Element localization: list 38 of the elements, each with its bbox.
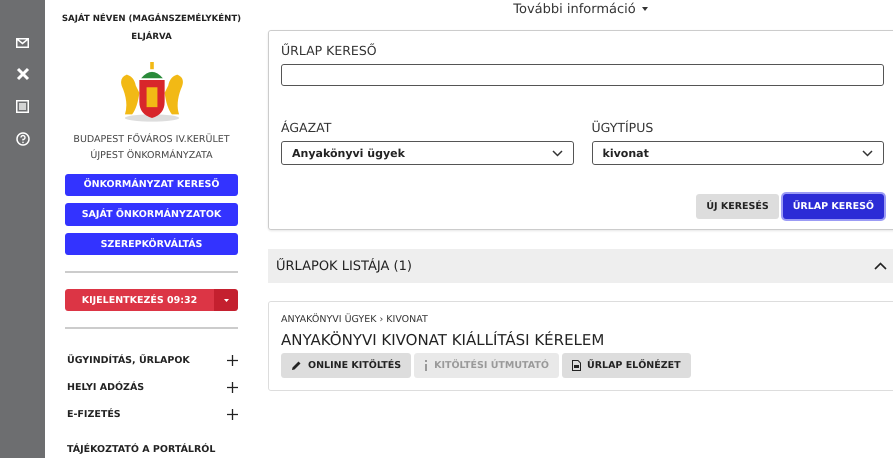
menu-item[interactable]: E-FIZETÉS (65, 405, 238, 423)
forms-list-header[interactable]: ŰRLAPOK LISTÁJA (1) (268, 249, 893, 283)
municipality-name: BUDAPEST FŐVÁROS IV.KERÜLET ÚJPEST ÖNKORMÁNYZATA (73, 132, 230, 163)
sidebar-button[interactable]: ÖNKORMÁNYZAT KERESŐ (65, 174, 238, 196)
chevron-up-icon (874, 262, 887, 270)
plus-icon (227, 408, 238, 420)
sidebar-button[interactable]: SZEREPKÖRVÁLTÁS (65, 232, 238, 256)
plus-icon (227, 382, 238, 392)
form-title: ANYAKÖNYVI KIVONAT KIÁLLÍTÁSI KÉRELEM (281, 331, 606, 349)
pencil-icon (291, 360, 302, 371)
chevron-down-icon (552, 150, 562, 156)
search-field[interactable] (281, 64, 884, 86)
menu-item[interactable]: HELYI ADÓZÁS (65, 378, 238, 396)
mail-icon[interactable] (16, 38, 29, 48)
field-label: ŰRLAP KERESŐ (281, 43, 378, 58)
reset-button[interactable]: ÚJ KERESÉS (696, 194, 779, 219)
form-action-button[interactable]: ONLINE KITÖLTÉS (281, 353, 412, 378)
search-button[interactable]: ŰRLAP KERESŐ (782, 194, 884, 219)
form-action-button[interactable]: ŰRLAP ELŐNÉZET (562, 353, 691, 378)
more-info-link[interactable]: További információ (513, 2, 636, 16)
menu-item[interactable]: ÜGYINDÍTÁS, ŰRLAPOK (65, 351, 238, 369)
caret-icon (642, 7, 648, 11)
field-label: ÜGYTÍPUS (592, 120, 654, 135)
identity-text: SAJÁT NÉVEN (MAGÁNSZEMÉLYKÉNT) ELJÁRVA (60, 12, 242, 44)
logout-dropdown-button[interactable] (214, 289, 238, 311)
sidebar-button[interactable]: SAJÁT ÖNKORMÁNYZATOK (65, 203, 238, 226)
chevron-down-icon (862, 150, 873, 156)
caret-icon (224, 298, 228, 302)
logout-button[interactable]: KIJELENTKEZÉS 09:32 (65, 289, 214, 311)
sector-dropdown[interactable]: Anyakönyvi ügyek (281, 141, 574, 165)
info-icon (424, 360, 428, 371)
breadcrumb: ANYAKÖNYVI ÜGYEK › KIVONAT (281, 314, 429, 325)
case-type-dropdown[interactable]: kivonat (592, 141, 884, 165)
plus-icon (227, 354, 238, 366)
field-label: ÁGAZAT (281, 120, 332, 135)
help-icon[interactable] (16, 132, 30, 146)
document-icon (572, 360, 581, 371)
menu-item[interactable]: TÁJÉKOZTATÓ A PORTÁLRÓL (65, 440, 238, 458)
